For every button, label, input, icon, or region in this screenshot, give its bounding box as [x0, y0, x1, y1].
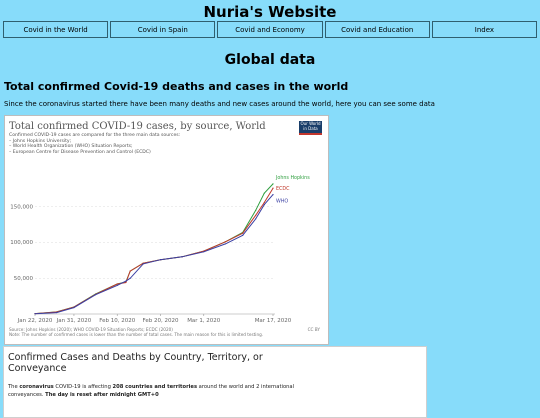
series-label: ECDC — [276, 186, 290, 192]
series-point — [263, 201, 265, 204]
x-tick-label: Jan 22, 2020 — [17, 318, 53, 324]
nav-covid-world[interactable]: Covid in the World — [3, 21, 109, 38]
series-point — [203, 251, 205, 253]
y-tick-label: 50,000 — [14, 276, 34, 282]
series-point — [125, 281, 127, 284]
series-point — [224, 243, 226, 245]
covid-cases-chart[interactable]: Total confirmed COVID-19 cases, by sourc… — [4, 115, 329, 345]
series-line-johns-hopkins — [34, 183, 274, 315]
series-point — [159, 259, 162, 261]
x-tick-label: Jan 31, 2020 — [56, 318, 92, 324]
y-tick-label: 100,000 — [10, 240, 33, 246]
series-point — [129, 277, 131, 279]
series-point — [56, 311, 58, 314]
series-point — [272, 183, 274, 185]
series-point — [263, 204, 265, 206]
desc-mid1: COVID-19 is affecting — [53, 384, 113, 390]
main-nav: Covid in the World Covid in Spain Covid … — [3, 21, 538, 38]
series-point — [255, 218, 257, 220]
series-point — [272, 193, 274, 196]
nav-index[interactable]: Index — [431, 21, 538, 38]
nav-covid-education[interactable]: Covid and Education — [324, 21, 430, 38]
series-point — [116, 284, 118, 286]
section-title: Global data — [224, 52, 316, 68]
x-tick-label: Feb 20, 2020 — [142, 318, 178, 324]
series-point — [129, 270, 131, 272]
table-description: The coronavirus COVID-19 is affecting 20… — [8, 383, 308, 399]
series-point — [272, 187, 274, 189]
chart-section-heading: Total confirmed Covid-19 deaths and case… — [4, 80, 349, 93]
desc-bold-reset: The day is reset after midnight GMT+0 — [45, 392, 159, 398]
nav-covid-economy[interactable]: Covid and Economy — [217, 21, 323, 38]
series-point — [125, 280, 127, 282]
series-line-ecdc — [34, 187, 274, 315]
y-tick-label: 150,000 — [10, 204, 33, 210]
series-point — [255, 214, 257, 216]
desc-pre: The — [8, 384, 20, 390]
cc-by-license[interactable]: CC BY — [308, 327, 320, 332]
cases-table-card: Confirmed Cases and Deaths by Country, T… — [3, 346, 427, 418]
series-point — [263, 192, 265, 194]
series-point — [224, 241, 226, 243]
series-point — [116, 283, 118, 285]
series-label: WHO — [276, 199, 288, 205]
desc-bold-countries: 208 countries and territories — [112, 384, 198, 390]
x-tick-label: Mar 1, 2020 — [187, 318, 221, 324]
intro-text: Since the coronavirus started there have… — [4, 100, 435, 108]
series-point — [142, 263, 144, 265]
nav-covid-spain[interactable]: Covid in Spain — [110, 21, 216, 38]
desc-bold-coronavirus: coronavirus — [19, 384, 54, 390]
series-point — [34, 313, 36, 315]
series-label: Johns Hopkins — [275, 175, 310, 181]
series-point — [255, 209, 257, 211]
chart-note: Note: The number of confirmed cases is l… — [9, 332, 264, 338]
x-tick-label: Mar 17, 2020 — [255, 318, 292, 324]
chart-footer: Source: Johns Hopkins (2020); WHO COVID-… — [9, 327, 263, 337]
series-line-who — [34, 194, 274, 315]
table-title: Confirmed Cases and Deaths by Country, T… — [8, 352, 263, 374]
x-tick-label: Feb 10, 2020 — [99, 318, 135, 324]
series-point — [181, 256, 183, 258]
site-title: Nuria's Website — [203, 3, 337, 21]
series-point — [242, 234, 244, 236]
chart-plot: 50,000 100,000 150,000 Jan 22, 2020 Jan 31, … — [10, 175, 310, 324]
series-point — [73, 306, 75, 309]
series-point — [242, 232, 244, 234]
series-point — [94, 294, 97, 296]
